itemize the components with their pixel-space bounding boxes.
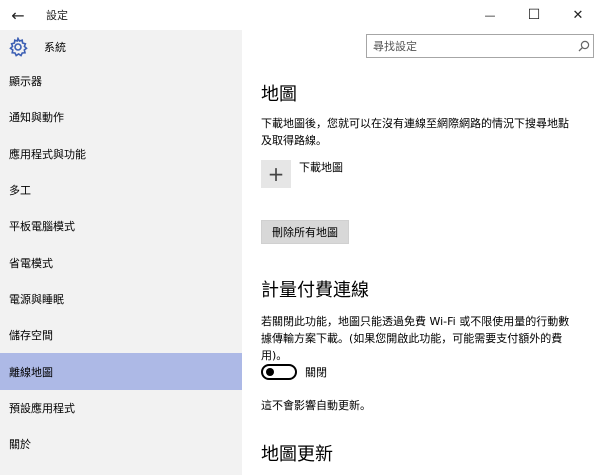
- title-bar: ← 設定 — ☐ ✕: [0, 0, 600, 30]
- window-title: 設定: [46, 9, 68, 22]
- delete-all-maps-button[interactable]: 刪除所有地圖: [261, 220, 349, 244]
- sidebar-item-storage[interactable]: 儲存空間: [0, 317, 242, 353]
- sidebar-item-label: 儲存空間: [9, 329, 53, 343]
- sidebar-item-label: 平板電腦模式: [9, 220, 75, 234]
- download-maps-label[interactable]: 下載地圖: [299, 159, 343, 176]
- sidebar: 系統 顯示器 通知與動作 應用程式與功能 多工 平板電腦模式 省電模式 電源與睡…: [0, 30, 242, 475]
- metered-description-line1: 若關閉此功能，地圖只能透過免費 Wi-Fi 或不限使用量的行動數: [261, 315, 570, 328]
- toggle-state-label: 關閉: [305, 366, 327, 379]
- sidebar-item-label: 電源與睡眠: [9, 292, 64, 306]
- search-icon[interactable]: [575, 37, 593, 55]
- metered-description-line3: 用)。: [261, 349, 288, 362]
- window-controls: — ☐ ✕: [468, 0, 600, 30]
- minimize-button[interactable]: —: [468, 0, 512, 30]
- download-maps-button[interactable]: +: [261, 160, 291, 188]
- back-button[interactable]: ←: [0, 0, 36, 30]
- maximize-icon: ☐: [527, 7, 541, 23]
- section-title-map-updates: 地圖更新: [261, 444, 333, 465]
- sidebar-item-label: 離線地圖: [9, 365, 53, 379]
- metered-description-line2: 據傳輸方案下載。(如果您開啟此功能，可能需要支付額外的費: [261, 332, 563, 345]
- sidebar-item-tablet-mode[interactable]: 平板電腦模式: [0, 208, 242, 244]
- maximize-button[interactable]: ☐: [512, 0, 556, 30]
- sidebar-header: 系統: [0, 30, 242, 64]
- sidebar-item-about[interactable]: 關於: [0, 426, 242, 462]
- plus-icon: +: [267, 162, 285, 186]
- sidebar-item-apps-features[interactable]: 應用程式與功能: [0, 136, 242, 172]
- sidebar-item-label: 省電模式: [9, 256, 53, 270]
- sidebar-item-label: 關於: [9, 438, 31, 452]
- maps-description-line1: 下載地圖後，您就可以在沒有連線至網際網路的情況下搜尋地點: [261, 117, 569, 130]
- section-title-maps: 地圖: [261, 84, 297, 105]
- sidebar-nav: 顯示器 通知與動作 應用程式與功能 多工 平板電腦模式 省電模式 電源與睡眠 儲…: [0, 63, 242, 462]
- metered-connection-toggle[interactable]: [261, 364, 297, 380]
- sidebar-item-label: 顯示器: [9, 75, 42, 89]
- toggle-knob: [266, 368, 274, 376]
- search-box: [366, 34, 594, 58]
- sidebar-item-label: 多工: [9, 184, 31, 198]
- sidebar-item-default-apps[interactable]: 預設應用程式: [0, 390, 242, 426]
- back-arrow-icon: ←: [11, 5, 25, 25]
- maps-description-line2: 及取得路線。: [261, 134, 327, 147]
- close-icon: ✕: [572, 7, 584, 23]
- sidebar-item-label: 預設應用程式: [9, 401, 75, 415]
- sidebar-item-multitasking[interactable]: 多工: [0, 172, 242, 208]
- sidebar-item-label: 通知與動作: [9, 111, 64, 125]
- sidebar-item-battery-saver[interactable]: 省電模式: [0, 244, 242, 280]
- sidebar-item-notifications[interactable]: 通知與動作: [0, 99, 242, 135]
- close-button[interactable]: ✕: [556, 0, 600, 30]
- auto-update-note: 這不會影響自動更新。: [261, 399, 371, 412]
- sidebar-header-label: 系統: [44, 41, 66, 54]
- sidebar-item-power-sleep[interactable]: 電源與睡眠: [0, 281, 242, 317]
- sidebar-item-label: 應用程式與功能: [9, 147, 86, 161]
- section-title-metered: 計量付費連線: [261, 280, 369, 301]
- gear-icon: [8, 37, 28, 57]
- search-input[interactable]: [373, 39, 575, 53]
- sidebar-item-offline-maps[interactable]: 離線地圖: [0, 353, 242, 390]
- minimize-icon: —: [484, 8, 496, 22]
- sidebar-item-display[interactable]: 顯示器: [0, 63, 242, 99]
